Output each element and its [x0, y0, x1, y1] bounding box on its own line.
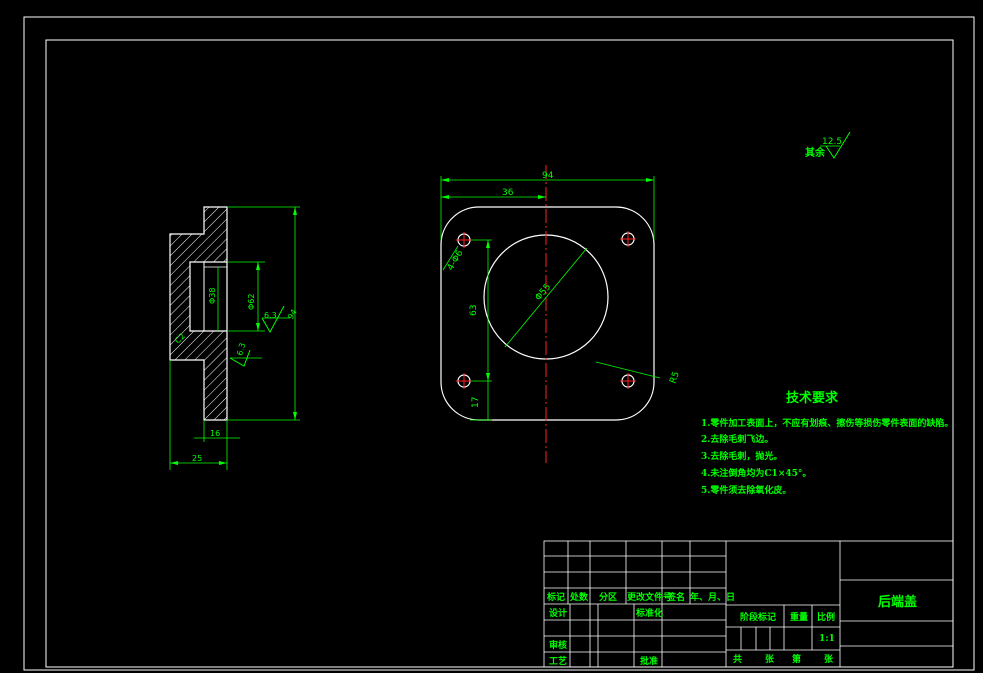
- dim-hole: 4-Φ6: [446, 248, 466, 272]
- cad-drawing-canvas: 94 36 63 17 Φ55 4-Φ6 R5 6.3 6.3 94 Φ62 Φ…: [23, 16, 975, 671]
- tb-stage-mark: 阶段标记: [740, 611, 776, 623]
- tech-req-item-3: 3.去除毛刺，抛光。: [701, 450, 782, 462]
- tb-hdr-zone: 分区: [599, 591, 617, 603]
- tb-hdr-sign: 签名: [666, 591, 685, 603]
- roughness-other-label: 其余: [805, 146, 826, 159]
- dim-total: 25: [192, 454, 202, 463]
- tb-standardize: 标准化: [635, 607, 663, 619]
- tb-process: 工艺: [549, 655, 567, 667]
- dim-hole-x: 36: [502, 188, 514, 198]
- tech-req-item-4: 4.未注倒角均为C1×45°。: [701, 467, 811, 479]
- tech-req-item-1: 1.零件加工表面上，不应有划痕、擦伤等损伤零件表面的缺陷。: [701, 417, 953, 429]
- tb-sheets: 张: [765, 653, 775, 665]
- roughness-other: 其余 12.5: [805, 131, 851, 159]
- tb-approve: 批准: [640, 655, 658, 667]
- dim-bore: Φ38: [208, 288, 217, 304]
- tb-review: 审核: [549, 639, 567, 651]
- tech-req-title: 技术要求: [786, 390, 839, 406]
- section-hatched-profile: [169, 206, 228, 421]
- tb-design: 设计: [549, 607, 567, 619]
- technical-requirements: 技术要求 1.零件加工表面上，不应有划痕、擦伤等损伤零件表面的缺陷。 2.去除毛…: [701, 390, 953, 496]
- tb-scale-value: 1:1: [819, 634, 835, 644]
- dim-thickness: 16: [210, 429, 220, 438]
- dim-hole-y: 63: [469, 305, 479, 316]
- tb-part-name: 后端盖: [878, 594, 917, 610]
- title-block-text: 标记 处数 分区 更改文件号 签名 年、月、日 设计 标准化 审核 工艺 批准 …: [546, 591, 917, 667]
- dim-height: 94: [286, 308, 299, 321]
- tb-weight: 重量: [790, 611, 808, 623]
- tb-hdr-change-doc: 更改文件号: [627, 591, 672, 603]
- tb-hdr-date: 年、月、日: [690, 591, 735, 603]
- tb-sheet: 张: [824, 653, 834, 665]
- tb-hdr-count: 处数: [569, 591, 589, 603]
- roughness-other-value: 12.5: [822, 137, 842, 147]
- side-section-view: 6.3 6.3 94 Φ62 Φ38 C2 16 25: [169, 206, 300, 470]
- tech-req-item-5: 5.零件须去除氧化皮。: [701, 484, 791, 496]
- tb-number: 第: [792, 653, 801, 665]
- dim-width: 94: [542, 171, 554, 181]
- tb-hdr-mark: 标记: [546, 591, 565, 603]
- front-view: 94 36 63 17 Φ55 4-Φ6 R5: [440, 165, 682, 463]
- outer-frame: [23, 16, 975, 671]
- tb-total: 共: [733, 653, 742, 665]
- tb-scale-label: 比例: [817, 611, 835, 623]
- dim-edge: 17: [471, 397, 481, 408]
- dim-boss: Φ62: [247, 294, 256, 310]
- tech-req-item-2: 2.去除毛刺飞边。: [701, 433, 773, 445]
- rough-face-2: 6.3: [235, 342, 247, 357]
- dim-radius: R5: [668, 370, 681, 385]
- rough-face-1: 6.3: [264, 311, 277, 320]
